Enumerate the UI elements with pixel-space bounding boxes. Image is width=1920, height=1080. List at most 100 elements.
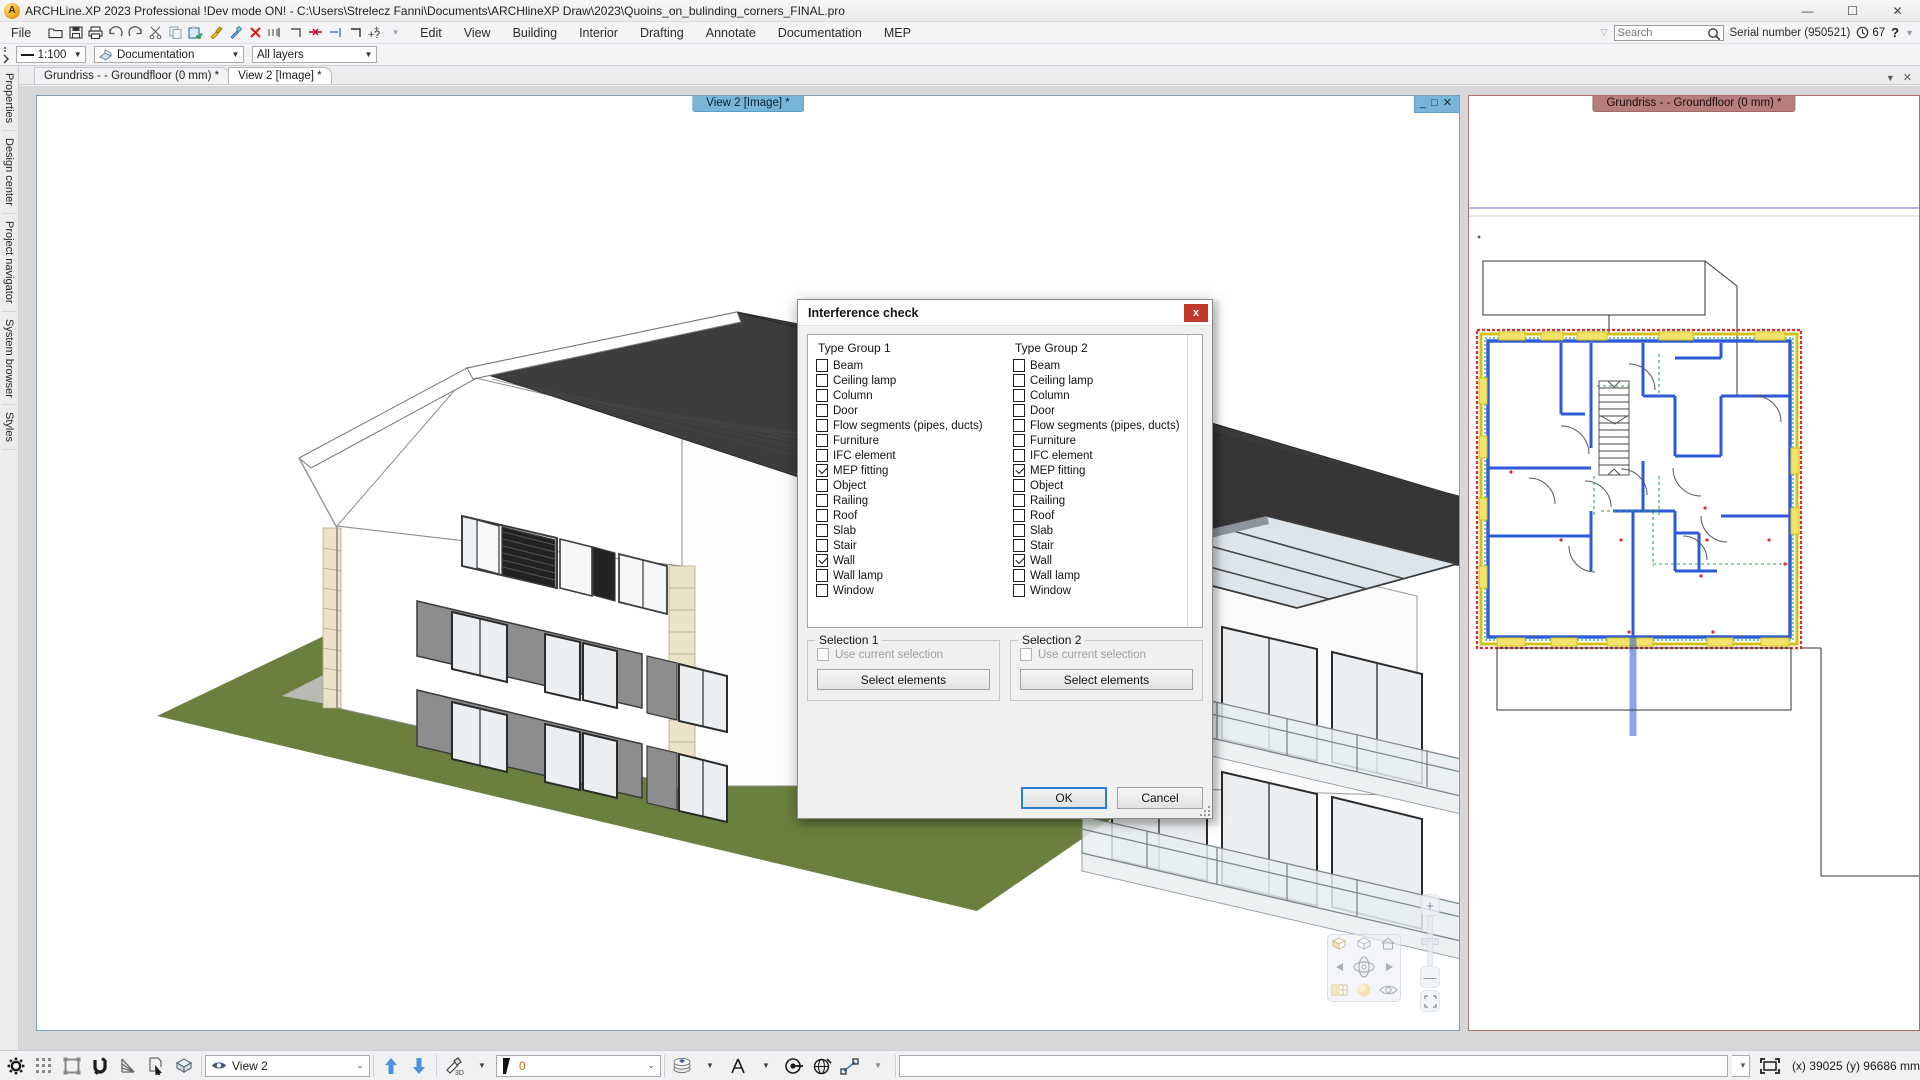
document-combo[interactable]: Documentation ▼ [94,46,244,63]
interference-check-dialog[interactable]: Interference check x Type Group 1 Beam Ce… [797,299,1213,819]
maximize-button[interactable]: ☐ [1830,0,1875,22]
type-row-beam[interactable]: Beam [816,358,1005,373]
paint-brush-icon[interactable] [206,23,225,42]
type-row-object[interactable]: Object [816,478,1005,493]
type-row-roof[interactable]: Roof [1013,508,1202,523]
redo-icon[interactable] [126,23,145,42]
ortho-icon[interactable] [58,1053,86,1079]
type-row-railing[interactable]: Railing [816,493,1005,508]
save-icon[interactable] [66,23,85,42]
arrow-up-icon[interactable] [377,1053,405,1079]
text-style-chevron-down-icon[interactable]: ▼ [752,1053,780,1079]
checkbox-type_group_2-9[interactable] [1013,494,1025,507]
type-row-roof[interactable]: Roof [816,508,1005,523]
checkbox-type_group_2-7[interactable] [1013,464,1025,477]
menu-item-documentation[interactable]: Documentation [767,22,873,44]
layers-combo[interactable]: All layers ▼ [252,46,377,63]
undo-icon[interactable] [106,23,125,42]
type-row-stair[interactable]: Stair [1013,538,1202,553]
eye-view-icon[interactable] [1379,983,1398,999]
arrow-down-icon[interactable] [405,1053,433,1079]
menu-item-drafting[interactable]: Drafting [629,22,695,44]
checkbox-type_group_1-14[interactable] [816,569,828,582]
view-combo-chevron-down-icon[interactable]: ⌄ [351,1056,369,1076]
box-yellow-face-icon[interactable] [1331,936,1348,954]
selection-2-use-current-checkbox[interactable] [1020,648,1032,661]
close-button[interactable]: ✕ [1875,0,1920,22]
view-3d-close-button[interactable]: ✕ [1443,98,1454,109]
globe-icon[interactable] [808,1053,836,1079]
checkbox-type_group_2-14[interactable] [1013,569,1025,582]
type-row-flow-segments-pipes-ducts[interactable]: Flow segments (pipes, ducts) [1013,418,1202,433]
document-chevron-down-icon[interactable]: ▼ [228,47,243,62]
view-3d-pane[interactable]: View 2 [Image] * _ □ ✕ + — [36,95,1460,1031]
sun-light-icon[interactable] [1356,982,1372,1001]
type-row-wall[interactable]: Wall [1013,553,1202,568]
checkbox-type_group_1-8[interactable] [816,479,828,492]
floorplan-pane[interactable]: Grundriss - - Groundfloor (0 mm) * [1468,95,1920,1031]
orbit-icon[interactable] [1351,955,1377,982]
menu-item-edit[interactable]: Edit [409,22,453,44]
open-folder-icon[interactable] [46,23,65,42]
type-row-door[interactable]: Door [816,403,1005,418]
dimension-node-icon[interactable] [836,1053,864,1079]
drag-grip-icon[interactable] [0,44,14,66]
house-icon[interactable] [1380,936,1397,954]
type-row-object[interactable]: Object [1013,478,1202,493]
dimension-chevron-down-icon[interactable]: ▼ [864,1053,892,1079]
view-navigation-widget[interactable] [1327,934,1401,1002]
checkbox-type_group_2-12[interactable] [1013,539,1025,552]
search-input[interactable] [1614,25,1705,40]
overflow-chevron-icon[interactable]: ▽ [1601,27,1608,38]
sidebar-item-styles[interactable]: Styles [2,405,16,451]
paste-icon[interactable] [186,23,205,42]
dialog-close-button[interactable]: x [1184,303,1208,322]
checkbox-type_group_1-11[interactable] [816,524,828,537]
command-input[interactable] [899,1054,1728,1077]
checkbox-type_group_1-2[interactable] [816,389,828,402]
checkbox-type_group_2-3[interactable] [1013,404,1025,417]
type-row-wall-lamp[interactable]: Wall lamp [1013,568,1202,583]
type-row-wall[interactable]: Wall [816,553,1005,568]
angle-snap-icon[interactable] [114,1053,142,1079]
zoom-fit-icon[interactable] [1756,1053,1784,1079]
scale-chevron-down-icon[interactable]: ▼ [70,47,85,62]
selection-1-use-current-checkbox[interactable] [817,648,829,661]
minimize-button[interactable]: — [1785,0,1830,22]
pen-thickness-combo[interactable]: 0 ⌄ [496,1054,661,1077]
checkbox-type_group_1-3[interactable] [816,404,828,417]
copy-icon[interactable] [166,23,185,42]
view-combo[interactable]: View 2 ⌄ [205,1054,370,1077]
zoom-slider[interactable]: + — [1419,894,1441,1012]
target-snap-icon[interactable] [780,1053,808,1079]
checkbox-type_group_1-10[interactable] [816,509,828,522]
snap-magnet-icon[interactable] [86,1053,114,1079]
help-button[interactable]: ? [1891,25,1899,40]
menu-item-view[interactable]: View [453,22,502,44]
tab-close-icon[interactable]: ✕ [1903,71,1912,84]
cut-icon[interactable] [146,23,165,42]
checkbox-type_group_1-13[interactable] [816,554,828,567]
type-row-railing[interactable]: Railing [1013,493,1202,508]
layers-icon[interactable] [668,1053,696,1079]
zoom-slider-track-lower[interactable] [1427,940,1433,966]
checkbox-type_group_1-12[interactable] [816,539,828,552]
type-row-slab[interactable]: Slab [1013,523,1202,538]
extend-icon[interactable] [326,23,345,42]
selection-2-use-current[interactable]: Use current selection [1020,648,1193,661]
selection-2-select-elements-button[interactable]: Select elements [1020,669,1193,690]
rotate-right-icon[interactable] [1382,961,1396,976]
dialog-resize-grip[interactable] [1199,805,1211,817]
type-row-column[interactable]: Column [816,388,1005,403]
tab-list-chevron-down-icon[interactable]: ▼ [1886,73,1895,83]
command-chevron-down-icon[interactable]: ▾ [1737,1056,1749,1076]
hammer-chevron-down-icon[interactable]: ▼ [468,1053,496,1079]
scale-combo[interactable]: 1:100 ▼ [16,46,86,63]
sidebar-item-system-browser[interactable]: System browser [2,312,16,406]
selection-1-use-current[interactable]: Use current selection [817,648,990,661]
checkbox-type_group_1-5[interactable] [816,434,828,447]
corner-icon[interactable] [286,23,305,42]
checkbox-type_group_1-9[interactable] [816,494,828,507]
view-3d-minimize-button[interactable]: _ [1420,98,1428,109]
layers-chevron-down-icon[interactable]: ▼ [361,47,376,62]
